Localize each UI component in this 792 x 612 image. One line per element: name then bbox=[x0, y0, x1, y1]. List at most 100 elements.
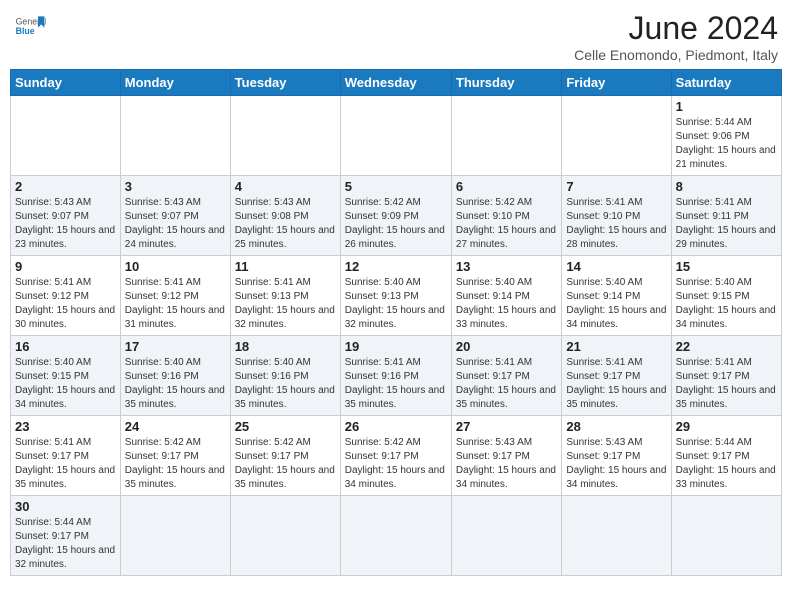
calendar-week-row: 16 Sunrise: 5:40 AM Sunset: 9:15 PM Dayli… bbox=[11, 336, 782, 416]
calendar-day-cell: 18 Sunrise: 5:40 AM Sunset: 9:16 PM Dayli… bbox=[230, 336, 340, 416]
header-thursday: Thursday bbox=[451, 70, 561, 96]
day-info: Sunrise: 5:40 AM Sunset: 9:13 PM Dayligh… bbox=[345, 276, 447, 332]
day-number: 26 bbox=[345, 419, 447, 434]
calendar-week-row: 9 Sunrise: 5:41 AM Sunset: 9:12 PM Daylig… bbox=[11, 256, 782, 336]
calendar-day-cell bbox=[120, 496, 230, 576]
calendar-day-cell: 19 Sunrise: 5:41 AM Sunset: 9:16 PM Dayli… bbox=[340, 336, 451, 416]
day-info: Sunrise: 5:40 AM Sunset: 9:15 PM Dayligh… bbox=[676, 276, 777, 332]
calendar-day-cell: 30Sunrise: 5:44 AM Sunset: 9:17 PM Dayli… bbox=[11, 496, 121, 576]
day-info: Sunrise: 5:41 AM Sunset: 9:16 PM Dayligh… bbox=[345, 356, 447, 412]
day-number: 16 bbox=[15, 339, 116, 354]
page-header: General Blue June 2024 Celle Enomondo, P… bbox=[10, 10, 782, 63]
day-info: Sunrise: 5:42 AM Sunset: 9:17 PM Dayligh… bbox=[345, 436, 447, 492]
calendar-day-cell: 6Sunrise: 5:42 AM Sunset: 9:10 PM Daylig… bbox=[451, 176, 561, 256]
svg-text:Blue: Blue bbox=[16, 26, 35, 36]
calendar-day-cell: 17 Sunrise: 5:40 AM Sunset: 9:16 PM Dayli… bbox=[120, 336, 230, 416]
day-number: 2 bbox=[15, 179, 116, 194]
day-number: 4 bbox=[235, 179, 336, 194]
day-number: 13 bbox=[456, 259, 557, 274]
calendar-day-cell: 8Sunrise: 5:41 AM Sunset: 9:11 PM Daylig… bbox=[671, 176, 781, 256]
calendar-day-cell bbox=[562, 496, 671, 576]
header-wednesday: Wednesday bbox=[340, 70, 451, 96]
day-number: 28 bbox=[566, 419, 666, 434]
calendar-day-cell: 26 Sunrise: 5:42 AM Sunset: 9:17 PM Dayli… bbox=[340, 416, 451, 496]
calendar-day-cell: 23 Sunrise: 5:41 AM Sunset: 9:17 PM Dayli… bbox=[11, 416, 121, 496]
day-number: 30 bbox=[15, 499, 116, 514]
day-info: Sunrise: 5:40 AM Sunset: 9:14 PM Dayligh… bbox=[456, 276, 557, 332]
calendar-day-cell: 12Sunrise: 5:40 AM Sunset: 9:13 PM Dayli… bbox=[340, 256, 451, 336]
day-number: 20 bbox=[456, 339, 557, 354]
calendar-day-cell: 2Sunrise: 5:43 AM Sunset: 9:07 PM Daylig… bbox=[11, 176, 121, 256]
day-info: Sunrise: 5:41 AM Sunset: 9:17 PM Dayligh… bbox=[15, 436, 116, 492]
day-info: Sunrise: 5:41 AM Sunset: 9:10 PM Dayligh… bbox=[566, 196, 666, 252]
header-friday: Friday bbox=[562, 70, 671, 96]
day-number: 18 bbox=[235, 339, 336, 354]
day-info: Sunrise: 5:41 AM Sunset: 9:13 PM Dayligh… bbox=[235, 276, 336, 332]
day-info: Sunrise: 5:40 AM Sunset: 9:16 PM Dayligh… bbox=[125, 356, 226, 412]
day-info: Sunrise: 5:42 AM Sunset: 9:10 PM Dayligh… bbox=[456, 196, 557, 252]
day-number: 29 bbox=[676, 419, 777, 434]
calendar-week-row: 2 Sunrise: 5:43 AM Sunset: 9:07 PM Daylig… bbox=[11, 176, 782, 256]
calendar-day-cell: 15 Sunrise: 5:40 AM Sunset: 9:15 PM Dayli… bbox=[671, 256, 781, 336]
day-number: 9 bbox=[15, 259, 116, 274]
calendar-day-cell: 20Sunrise: 5:41 AM Sunset: 9:17 PM Dayli… bbox=[451, 336, 561, 416]
day-number: 17 bbox=[125, 339, 226, 354]
calendar-week-row: 1 Sunrise: 5:44 AM Sunset: 9:06 PM Daylig… bbox=[11, 96, 782, 176]
header-tuesday: Tuesday bbox=[230, 70, 340, 96]
calendar-day-cell bbox=[340, 496, 451, 576]
calendar-day-cell bbox=[340, 96, 451, 176]
day-number: 7 bbox=[566, 179, 666, 194]
day-info: Sunrise: 5:41 AM Sunset: 9:12 PM Dayligh… bbox=[15, 276, 116, 332]
calendar-day-cell: 10Sunrise: 5:41 AM Sunset: 9:12 PM Dayli… bbox=[120, 256, 230, 336]
day-info: Sunrise: 5:42 AM Sunset: 9:09 PM Dayligh… bbox=[345, 196, 447, 252]
day-number: 23 bbox=[15, 419, 116, 434]
calendar-day-cell: 11 Sunrise: 5:41 AM Sunset: 9:13 PM Dayli… bbox=[230, 256, 340, 336]
day-info: Sunrise: 5:43 AM Sunset: 9:07 PM Dayligh… bbox=[125, 196, 226, 252]
logo: General Blue bbox=[14, 10, 46, 42]
day-info: Sunrise: 5:41 AM Sunset: 9:11 PM Dayligh… bbox=[676, 196, 777, 252]
calendar-day-cell bbox=[671, 496, 781, 576]
calendar-day-cell: 24 Sunrise: 5:42 AM Sunset: 9:17 PM Dayli… bbox=[120, 416, 230, 496]
day-number: 15 bbox=[676, 259, 777, 274]
calendar-day-cell: 3Sunrise: 5:43 AM Sunset: 9:07 PM Daylig… bbox=[120, 176, 230, 256]
calendar-day-cell: 21 Sunrise: 5:41 AM Sunset: 9:17 PM Dayli… bbox=[562, 336, 671, 416]
day-info: Sunrise: 5:40 AM Sunset: 9:14 PM Dayligh… bbox=[566, 276, 666, 332]
calendar-day-cell: 27Sunrise: 5:43 AM Sunset: 9:17 PM Dayli… bbox=[451, 416, 561, 496]
calendar-day-cell bbox=[230, 496, 340, 576]
day-info: Sunrise: 5:43 AM Sunset: 9:17 PM Dayligh… bbox=[456, 436, 557, 492]
day-info: Sunrise: 5:42 AM Sunset: 9:17 PM Dayligh… bbox=[125, 436, 226, 492]
day-number: 1 bbox=[676, 99, 777, 114]
calendar-day-cell bbox=[230, 96, 340, 176]
header-monday: Monday bbox=[120, 70, 230, 96]
calendar-week-row: 23 Sunrise: 5:41 AM Sunset: 9:17 PM Dayli… bbox=[11, 416, 782, 496]
day-info: Sunrise: 5:41 AM Sunset: 9:17 PM Dayligh… bbox=[566, 356, 666, 412]
logo-icon: General Blue bbox=[14, 10, 46, 42]
calendar-day-cell: 7 Sunrise: 5:41 AM Sunset: 9:10 PM Daylig… bbox=[562, 176, 671, 256]
calendar-day-cell: 4Sunrise: 5:43 AM Sunset: 9:08 PM Daylig… bbox=[230, 176, 340, 256]
day-number: 11 bbox=[235, 259, 336, 274]
day-info: Sunrise: 5:40 AM Sunset: 9:16 PM Dayligh… bbox=[235, 356, 336, 412]
month-title: June 2024 bbox=[574, 10, 778, 47]
calendar-day-cell: 5 Sunrise: 5:42 AM Sunset: 9:09 PM Daylig… bbox=[340, 176, 451, 256]
day-info: Sunrise: 5:44 AM Sunset: 9:17 PM Dayligh… bbox=[676, 436, 777, 492]
calendar-day-cell: 1 Sunrise: 5:44 AM Sunset: 9:06 PM Daylig… bbox=[671, 96, 781, 176]
day-number: 5 bbox=[345, 179, 447, 194]
calendar-day-cell: 28Sunrise: 5:43 AM Sunset: 9:17 PM Dayli… bbox=[562, 416, 671, 496]
day-info: Sunrise: 5:40 AM Sunset: 9:15 PM Dayligh… bbox=[15, 356, 116, 412]
calendar-day-cell: 13 Sunrise: 5:40 AM Sunset: 9:14 PM Dayli… bbox=[451, 256, 561, 336]
calendar-table: Sunday Monday Tuesday Wednesday Thursday… bbox=[10, 69, 782, 576]
day-info: Sunrise: 5:41 AM Sunset: 9:12 PM Dayligh… bbox=[125, 276, 226, 332]
calendar-day-cell bbox=[451, 96, 561, 176]
day-number: 21 bbox=[566, 339, 666, 354]
calendar-day-cell: 9 Sunrise: 5:41 AM Sunset: 9:12 PM Daylig… bbox=[11, 256, 121, 336]
day-info: Sunrise: 5:42 AM Sunset: 9:17 PM Dayligh… bbox=[235, 436, 336, 492]
calendar-day-cell: 22Sunrise: 5:41 AM Sunset: 9:17 PM Dayli… bbox=[671, 336, 781, 416]
day-number: 24 bbox=[125, 419, 226, 434]
calendar-day-cell bbox=[11, 96, 121, 176]
calendar-day-cell: 25Sunrise: 5:42 AM Sunset: 9:17 PM Dayli… bbox=[230, 416, 340, 496]
day-number: 19 bbox=[345, 339, 447, 354]
calendar-day-cell: 29 Sunrise: 5:44 AM Sunset: 9:17 PM Dayli… bbox=[671, 416, 781, 496]
day-info: Sunrise: 5:44 AM Sunset: 9:06 PM Dayligh… bbox=[676, 116, 777, 172]
title-area: June 2024 Celle Enomondo, Piedmont, Ital… bbox=[574, 10, 778, 63]
day-info: Sunrise: 5:41 AM Sunset: 9:17 PM Dayligh… bbox=[676, 356, 777, 412]
